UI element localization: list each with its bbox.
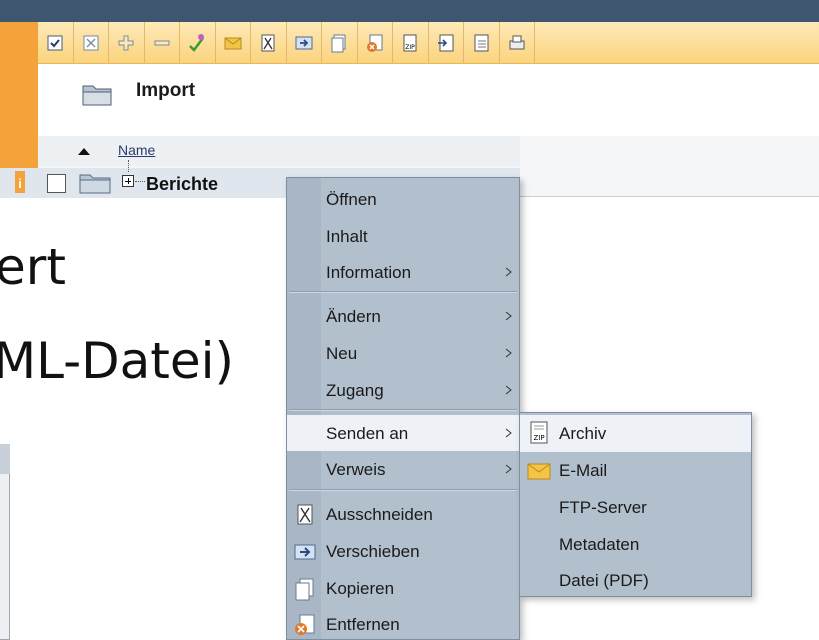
menu-item-access[interactable]: Zugang [287,372,519,408]
background-window-title [0,444,10,474]
printer-icon [509,35,525,50]
folder-title: Import [136,80,196,101]
info-icon[interactable]: i [15,171,25,193]
menu-item-label: Neu [326,344,358,363]
chevron-right-icon [505,464,512,474]
menu-separator [289,291,517,293]
svg-text:ZIP: ZIP [406,44,416,51]
menu-item-cut[interactable]: Ausschneiden [287,496,519,532]
folder-icon [82,85,112,106]
menu-item-copy[interactable]: Kopieren [287,570,519,606]
toolbar: ZIP [38,22,819,64]
submenu-item-label: Datei (PDF) [559,571,649,590]
chevron-right-icon [505,428,512,438]
row-label[interactable]: Berichte [146,174,218,195]
menu-item-label: Information [326,263,412,282]
move-button[interactable] [287,22,322,64]
menu-item-label: Entfernen [326,615,400,634]
select-all-button[interactable] [38,22,74,64]
zip-icon: ZIP [403,34,417,52]
minus-icon [154,40,170,46]
row-checkbox[interactable] [47,174,66,193]
import-icon [474,34,489,52]
menu-item-information[interactable]: Information [287,254,519,290]
expand-button[interactable] [109,22,145,64]
move-icon [294,544,316,560]
zip-button[interactable]: ZIP [393,22,429,64]
send-to-submenu: ZIP Archiv E-Mail FTP-Server Metadaten D… [519,412,752,597]
copy-icon [295,578,314,601]
chevron-right-icon [505,311,512,321]
chevron-right-icon [505,385,512,395]
submenu-item-label: Archiv [559,424,607,443]
menu-item-open[interactable]: Öffnen [287,181,519,217]
delete-icon [366,34,383,52]
slide-text-line: ert [0,238,66,296]
cut-button[interactable] [251,22,287,64]
tree-connector [128,160,129,172]
submenu-item-metadata[interactable]: Metadaten [520,526,751,563]
menu-item-label: Senden an [326,424,409,443]
deselect-all-button[interactable] [74,22,109,64]
menu-item-send-to[interactable]: Senden an [287,415,519,451]
scissors-icon [297,504,313,525]
menu-item-change[interactable]: Ändern [287,298,519,334]
scissors-icon [261,34,275,52]
sort-ascending-icon[interactable] [78,148,90,155]
slide-text-line: ML-Datei) [0,332,235,390]
window-title-strip [0,0,819,22]
context-menu: Öffnen Inhalt Information Ändern Neu Zug… [286,177,520,640]
menu-separator [289,409,517,411]
remove-button[interactable] [358,22,393,64]
menu-item-label: Kopieren [326,579,395,598]
menu-item-label: Inhalt [326,227,368,246]
menu-item-move[interactable]: Verschieben [287,533,519,569]
plus-icon [118,35,134,51]
chevron-right-icon [505,267,512,277]
menu-item-label: Verschieben [326,542,420,561]
submenu-item-email[interactable]: E-Mail [520,452,751,489]
copy-button[interactable] [322,22,358,64]
svg-text:ZIP: ZIP [533,434,544,442]
wand-icon [189,34,205,52]
delete-icon [295,614,315,635]
submenu-item-label: E-Mail [559,461,608,480]
menu-item-label: Verweis [326,460,386,479]
export-icon [437,34,454,52]
submenu-item-label: FTP-Server [559,498,647,517]
folder-icon [79,174,111,194]
tree-connector [135,181,145,182]
menu-item-label: Öffnen [326,190,377,209]
uncheck-box-icon [83,35,99,51]
menu-item-content[interactable]: Inhalt [287,218,519,254]
menu-item-link[interactable]: Verweis [287,451,519,487]
export-button[interactable] [429,22,464,64]
check-box-icon [47,35,63,51]
menu-item-remove[interactable]: Entfernen [287,606,519,640]
column-name-header[interactable]: Name [118,142,155,158]
menu-separator [289,489,517,491]
menu-item-label: Ausschneiden [326,505,433,524]
zip-icon: ZIP [530,421,548,444]
menu-item-label: Zugang [326,381,384,400]
folder-header: Import [38,64,819,136]
import-button[interactable] [464,22,500,64]
chevron-right-icon [505,348,512,358]
submenu-item-pdf-file[interactable]: Datei (PDF) [520,562,751,599]
menu-item-new[interactable]: Neu [287,335,519,371]
wizard-button[interactable] [180,22,216,64]
menu-item-label: Ändern [326,307,381,326]
submenu-item-label: Metadaten [559,535,640,554]
submenu-item-archive[interactable]: ZIP Archiv [520,415,751,452]
send-mail-button[interactable] [216,22,251,64]
collapse-button[interactable] [145,22,180,64]
move-icon [295,36,313,50]
print-button[interactable] [500,22,535,64]
column-header: Name [38,136,520,166]
submenu-item-ftp-server[interactable]: FTP-Server [520,489,751,526]
tree-expand-icon[interactable] [122,175,134,187]
copy-icon [331,34,346,53]
mail-icon [527,463,551,480]
mail-icon [224,37,242,50]
